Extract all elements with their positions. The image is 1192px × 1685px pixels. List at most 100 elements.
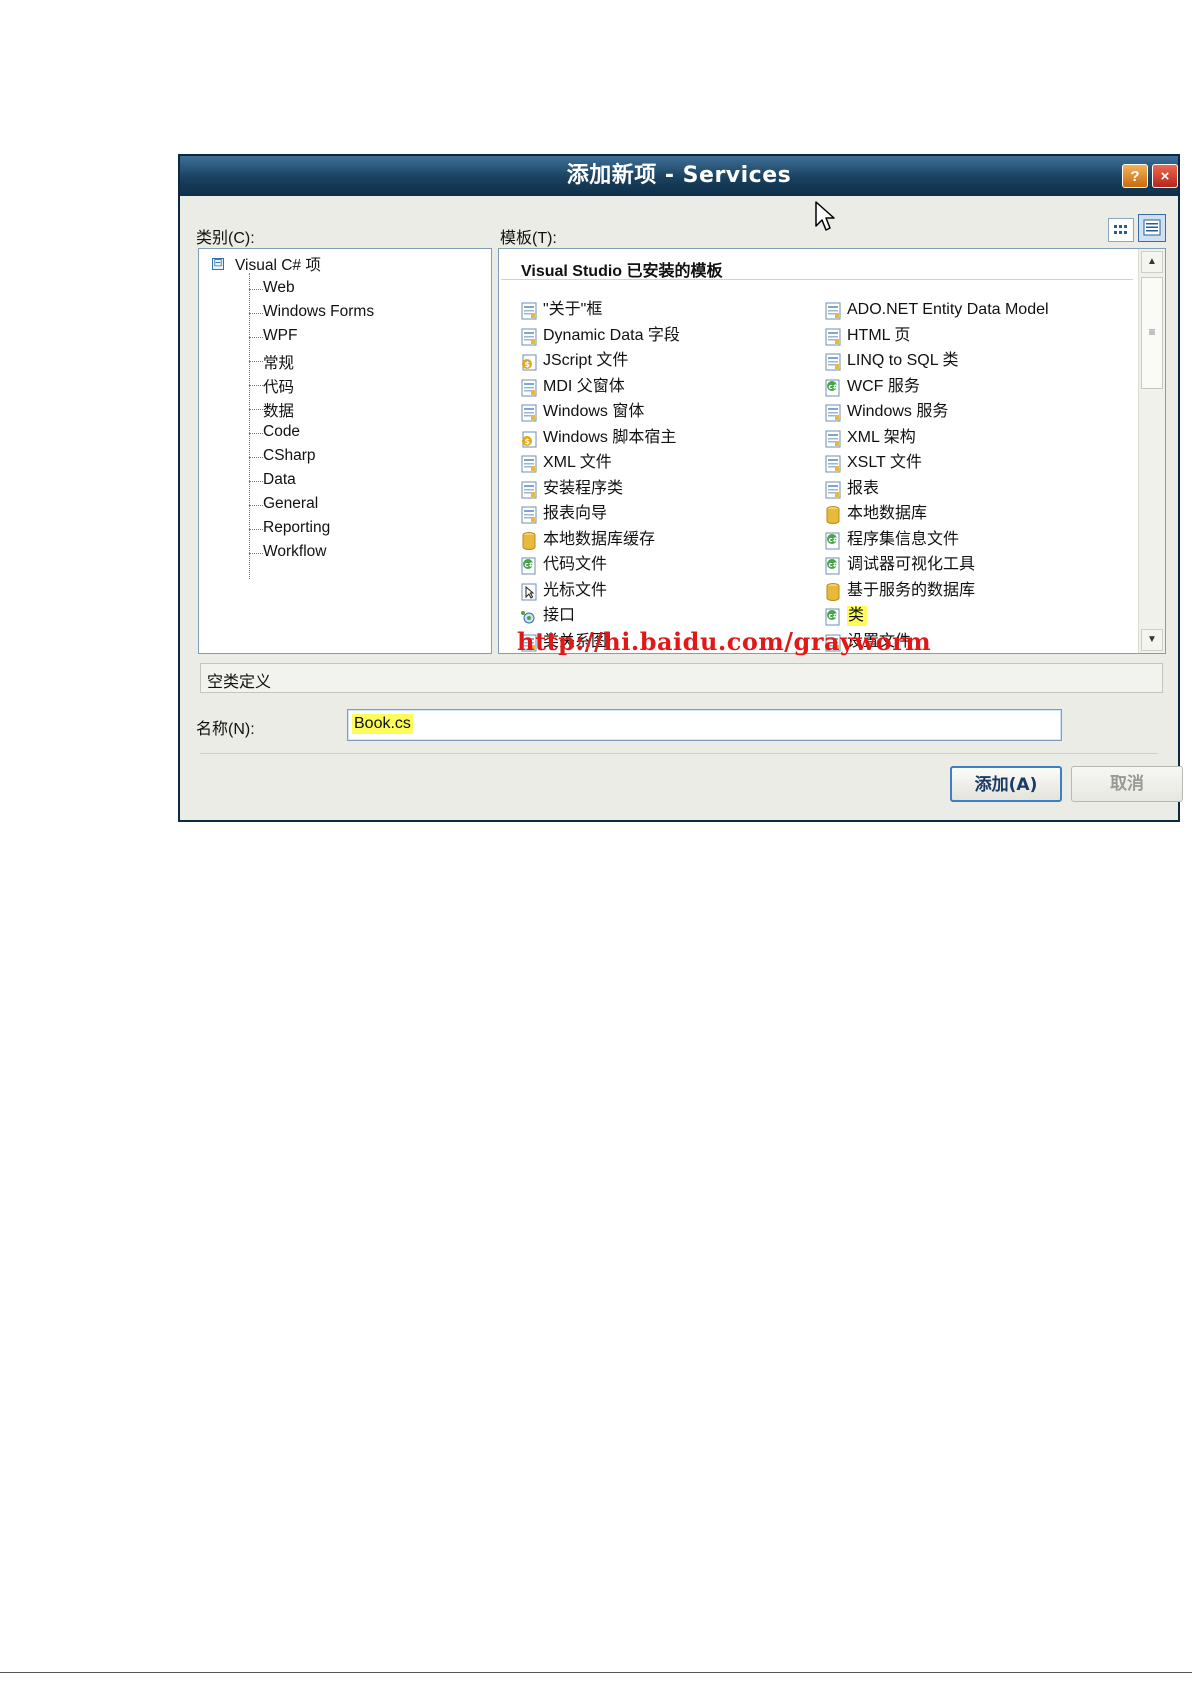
name-value: Book.cs [352,714,413,734]
template-label: 代码文件 [543,556,608,573]
button-separator [200,753,1158,754]
name-input[interactable]: Book.cs [347,709,1062,741]
tree-connector-branch [249,457,263,458]
mouse-cursor-icon [815,201,835,231]
list-view-icon [1143,219,1161,236]
wcf-service-icon: c# [823,378,843,398]
category-label: 类别(C): [196,230,255,247]
windows-form-icon [519,403,539,423]
tree-item[interactable]: 常规 [263,351,294,373]
tree-connector-branch [249,505,263,506]
entity-model-icon [823,301,843,321]
script-host-icon: $ [519,429,539,449]
description-text: 空类定义 [207,674,272,691]
template-label: WCF 服务 [847,377,920,395]
collapse-icon[interactable]: ⊟ [212,258,224,270]
template-label: MDI 父窗体 [543,377,625,395]
html-page-icon [823,327,843,347]
page-footer-line [0,1672,1192,1673]
tree-connector-branch [249,553,263,554]
tree-connector-branch [249,481,263,482]
template-label: 光标文件 [543,581,608,599]
add-new-item-dialog: 添加新项 - Services ? × 类别(C): 模板(T): ⊟ Visu… [178,154,1183,822]
name-label: 名称(N): [196,721,255,738]
scroll-thumb[interactable]: ≡ [1141,277,1163,389]
tree-item[interactable]: Code [263,423,300,441]
svg-text:c#: c# [829,561,839,569]
tree-item[interactable]: Reporting [263,519,330,537]
svg-text:c#: c# [829,536,839,544]
grid-view-icon [1114,225,1127,234]
template-label: XSLT 文件 [847,454,922,471]
tree-item[interactable]: General [263,495,318,513]
interface-icon [519,607,539,627]
tree-item-visual-csharp[interactable]: Visual C# 项 [235,253,321,275]
tree-connector-branch [249,289,263,290]
assembly-info-icon: c# [823,531,843,551]
report-icon [823,480,843,500]
svg-text:c#: c# [525,561,535,569]
cancel-button[interactable]: 取消 [1071,766,1183,802]
template-label: LINQ to SQL 类 [847,352,959,369]
large-icons-view-button[interactable] [1108,218,1134,242]
small-icons-view-button[interactable] [1138,214,1166,242]
template-label: 本地数据库缓存 [543,530,656,548]
xml-file-icon [519,454,539,474]
description-box: 空类定义 [200,663,1163,693]
scroll-down-icon[interactable]: ▼ [1141,629,1163,651]
code-file-icon: c# [519,556,539,576]
tree-connector-branch [249,313,263,314]
window-title: 添加新项 - Services [566,163,792,188]
watermark-url: http://hi.baidu.com/grayworm [517,627,932,656]
tree-item[interactable]: 数据 [263,399,294,421]
templates-scrollbar[interactable]: ▲ ≡ ▼ [1138,249,1165,653]
cursor-file-icon [519,582,539,602]
svg-text:c#: c# [829,383,839,391]
scroll-up-icon[interactable]: ▲ [1141,251,1163,273]
category-tree: ⊟ Visual C# 项 Web Windows Forms WPF 常规 代码 数据 C… [198,248,492,654]
tree-connector-branch [249,529,263,530]
tree-connector-branch [249,433,263,434]
title-bar[interactable]: 添加新项 - Services ? × [180,156,1178,196]
xslt-file-icon [823,454,843,474]
local-db-cache-icon [519,531,539,551]
template-label: JScript 文件 [543,352,629,369]
template-label: 报表 [847,479,880,497]
template-label: XML 架构 [847,428,916,446]
template-label: Windows 服务 [847,403,949,420]
windows-service-icon [823,403,843,423]
tree-connector [249,273,250,579]
debugger-visualizer-icon: c# [823,556,843,576]
template-label: Windows 窗体 [543,403,645,420]
report-wizard-icon [519,505,539,525]
class-icon: c# [823,607,843,627]
linq-sql-icon [823,352,843,372]
templates-header-rule [501,279,1133,280]
templates-header: Visual Studio 已安装的模板 [521,263,723,280]
tree-item[interactable]: Web [263,279,295,297]
tree-item[interactable]: Workflow [263,543,326,561]
mdi-form-icon [519,378,539,398]
add-button[interactable]: 添加(A) [950,766,1062,802]
close-button[interactable]: × [1152,164,1178,188]
template-label: 类 [847,606,868,626]
tree-connector-branch [249,361,263,362]
tree-item[interactable]: CSharp [263,447,316,465]
tree-item[interactable]: Windows Forms [263,303,374,321]
tree-item[interactable]: Data [263,471,296,489]
template-label: 报表向导 [543,505,608,522]
template-label: 接口 [543,607,576,624]
template-label: XML 文件 [543,454,612,471]
template-label: HTML 页 [847,326,911,344]
xml-schema-icon [823,429,843,449]
tree-connector-branch [249,337,263,338]
tree-item[interactable]: WPF [263,327,297,345]
help-button[interactable]: ? [1122,164,1148,188]
template-label: 程序集信息文件 [847,530,960,548]
tree-item[interactable]: 代码 [263,375,294,397]
tree-connector-branch [249,385,263,386]
template-label: ADO.NET Entity Data Model [847,301,1049,318]
template-label: 调试器可视化工具 [847,556,976,573]
template-label: "关于"框 [543,301,603,318]
about-box-icon [519,301,539,321]
